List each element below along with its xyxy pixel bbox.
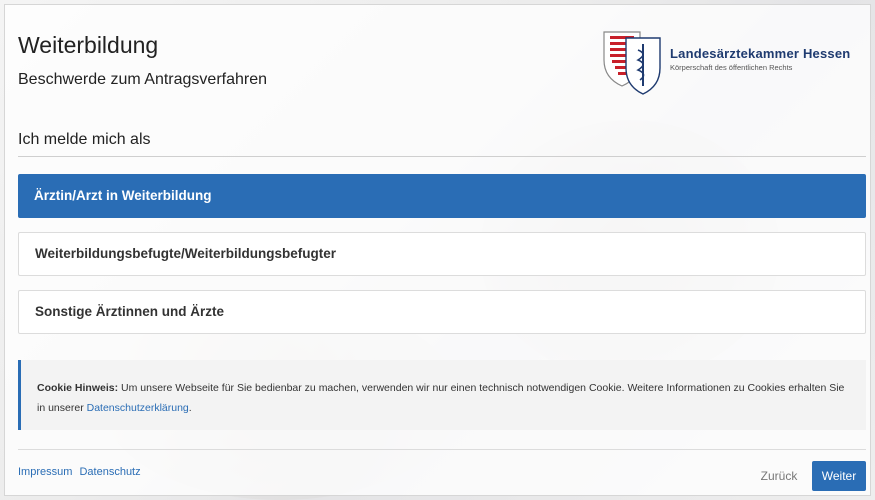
role-option-sonstige-aerzte[interactable]: Sonstige Ärztinnen und Ärzte xyxy=(18,290,866,334)
logo-tagline: Körperschaft des öffentlichen Rechts xyxy=(670,63,793,72)
cookie-notice: Cookie Hinweis: Um unsere Webseite für S… xyxy=(18,360,866,430)
back-button[interactable]: Zurück xyxy=(752,461,806,491)
logo: Landesärztekammer Hessen Körperschaft de… xyxy=(600,24,870,96)
role-option-weiterbildungsbefugte[interactable]: Weiterbildungsbefugte/Weiterbildungsbefu… xyxy=(18,232,866,276)
cookie-notice-end: . xyxy=(188,402,192,414)
divider xyxy=(18,156,866,157)
page-subtitle: Beschwerde zum Antragsverfahren xyxy=(18,71,268,88)
privacy-policy-link[interactable]: Datenschutzerklärung xyxy=(87,402,189,414)
section-heading: Ich melde mich als xyxy=(18,131,151,148)
logo-name: Landesärztekammer Hessen xyxy=(670,46,851,61)
role-option-arzt-in-weiterbildung[interactable]: Ärztin/Arzt in Weiterbildung xyxy=(18,174,866,218)
page-title: Weiterbildung xyxy=(18,32,159,58)
next-button[interactable]: Weiter xyxy=(812,461,866,491)
impressum-link[interactable]: Impressum xyxy=(18,466,72,478)
hessen-crest-icon xyxy=(603,31,661,95)
datenschutz-link[interactable]: Datenschutz xyxy=(79,466,140,478)
divider xyxy=(18,449,866,450)
cookie-notice-label: Cookie Hinweis: xyxy=(37,382,119,394)
page-header: Weiterbildung Beschwerde zum Antragsverf… xyxy=(18,32,267,89)
footer-links: Impressum Datenschutz xyxy=(18,466,145,478)
